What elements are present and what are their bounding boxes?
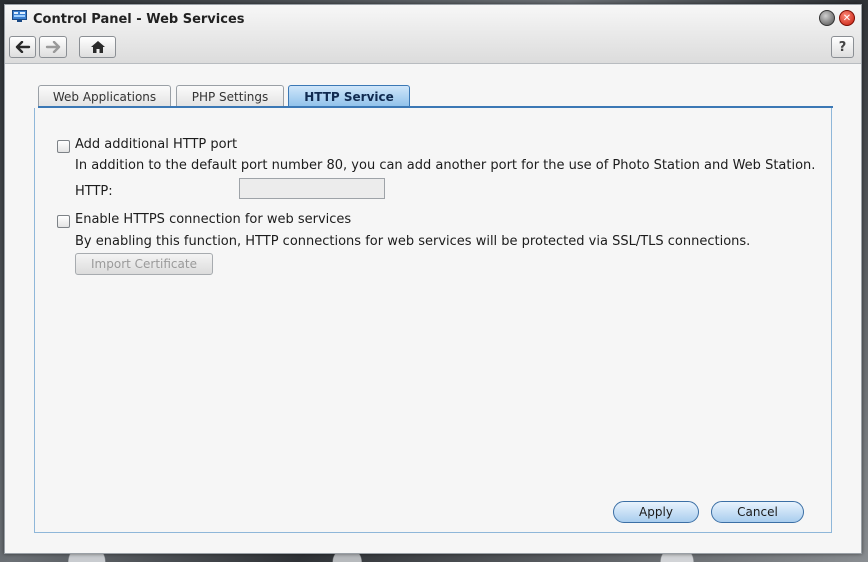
window-title: Control Panel - Web Services (33, 12, 245, 27)
tab-web-applications[interactable]: Web Applications (38, 85, 171, 107)
help-button[interactable]: ? (831, 36, 854, 58)
back-button[interactable] (9, 36, 36, 58)
control-panel-icon (12, 10, 27, 22)
arrow-left-icon (15, 41, 30, 53)
forward-button[interactable] (39, 36, 67, 58)
http-field-label: HTTP: (75, 184, 113, 199)
tab-http-service[interactable]: HTTP Service (288, 85, 410, 107)
tab-php-settings[interactable]: PHP Settings (176, 85, 284, 107)
home-button[interactable] (79, 36, 116, 58)
home-icon (90, 41, 105, 53)
cancel-button[interactable]: Cancel (711, 501, 804, 523)
https-description: By enabling this function, HTTP connecti… (75, 234, 751, 249)
close-button[interactable]: ✕ (839, 10, 855, 26)
title-bar: Control Panel - Web Services ✕ ? (5, 5, 861, 64)
http-service-panel: Add additional HTTP port In addition to … (34, 108, 832, 533)
http-port-label: Add additional HTTP port (75, 137, 238, 152)
apply-button[interactable]: Apply (613, 501, 699, 523)
http-port-input[interactable] (239, 178, 385, 199)
http-port-checkbox[interactable] (57, 140, 70, 153)
import-certificate-button[interactable]: Import Certificate (75, 253, 213, 275)
arrow-right-icon (45, 41, 61, 53)
https-checkbox[interactable] (57, 215, 70, 228)
control-panel-window: Control Panel - Web Services ✕ ? Web App… (4, 4, 862, 554)
http-port-description: In addition to the default port number 8… (75, 158, 816, 173)
minimize-button[interactable] (819, 10, 835, 26)
https-label: Enable HTTPS connection for web services (75, 212, 352, 227)
close-icon: ✕ (842, 12, 852, 24)
